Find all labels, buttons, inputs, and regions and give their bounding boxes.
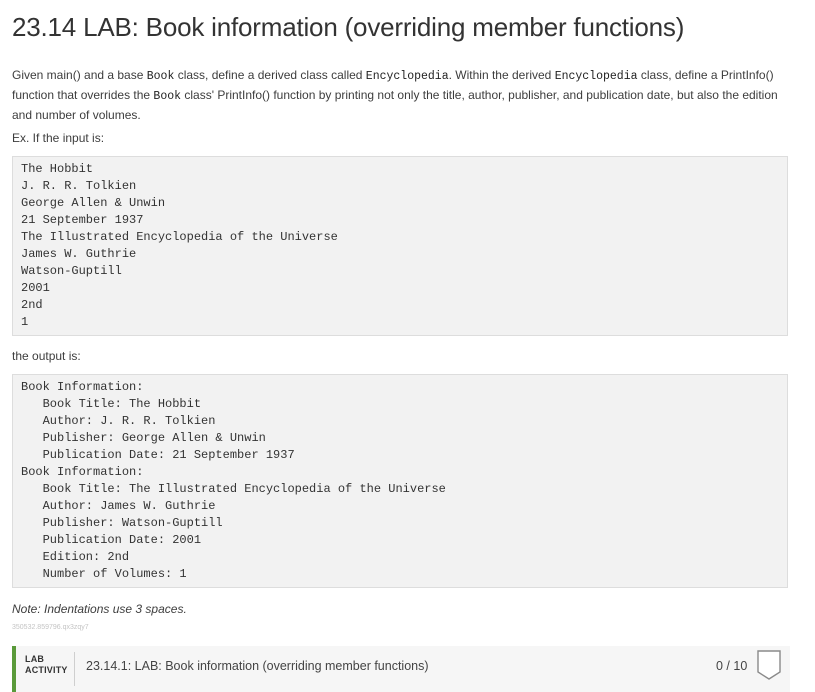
- example-input-block: The Hobbit J. R. R. Tolkien George Allen &…: [12, 156, 788, 336]
- lab-activity-label: LAB ACTIVITY: [25, 654, 68, 676]
- code-book: Book: [146, 70, 175, 83]
- lab-score: 0 / 10: [716, 659, 748, 673]
- activity-id: 350532.859796.qx3zqy7: [12, 624, 89, 631]
- lab-activity-bar[interactable]: LAB ACTIVITY 23.14.1: LAB: Book informat…: [12, 646, 790, 692]
- lab-divider: [74, 652, 75, 686]
- example-output-block: Book Information: Book Title: The Hobbit…: [12, 374, 788, 588]
- output-line: Book Title: The Hobbit: [21, 397, 202, 411]
- example-label: Ex. If the input is:: [12, 131, 105, 145]
- output-line: Publication Date: 21 September 1937: [21, 448, 295, 462]
- code-book: Book: [153, 90, 182, 103]
- description-text: . Within the derived: [448, 68, 555, 82]
- lab-content: 23.14 LAB: Book information (overriding …: [12, 0, 790, 634]
- input-line: The Hobbit: [21, 162, 94, 176]
- input-line: 1: [21, 315, 29, 329]
- input-line: George Allen & Unwin: [21, 196, 166, 210]
- output-line: Author: J. R. R. Tolkien: [21, 414, 216, 428]
- lab-kind-line2: ACTIVITY: [25, 665, 68, 675]
- output-line: Publisher: Watson-Guptill: [21, 516, 223, 530]
- description-text: class, define a derived class called: [174, 68, 366, 82]
- output-line: Book Title: The Illustrated Encyclopedia…: [21, 482, 446, 496]
- output-line: Author: James W. Guthrie: [21, 499, 216, 513]
- input-line: The Illustrated Encyclopedia of the Univ…: [21, 230, 338, 244]
- input-line: J. R. R. Tolkien: [21, 179, 137, 193]
- output-label: the output is:: [12, 349, 81, 363]
- code-encyclopedia: Encyclopedia: [365, 70, 449, 83]
- indentation-note: Note: Indentations use 3 spaces.: [12, 602, 187, 616]
- input-line: 2001: [21, 281, 50, 295]
- lab-description: Given main() and a base Book class, defi…: [12, 66, 790, 125]
- code-encyclopedia: Encyclopedia: [554, 70, 638, 83]
- lab-kind-line1: LAB: [25, 654, 45, 664]
- output-line: Number of Volumes: 1: [21, 567, 187, 581]
- description-text: Given main() and a base: [12, 68, 147, 82]
- output-line: Book Information:: [21, 380, 144, 394]
- input-line: Watson-Guptill: [21, 264, 122, 278]
- score-badge-icon: [757, 650, 781, 680]
- input-line: 21 September 1937: [21, 213, 144, 227]
- page-title: 23.14 LAB: Book information (overriding …: [12, 12, 685, 42]
- output-line: Edition: 2nd: [21, 550, 130, 564]
- input-line: James W. Guthrie: [21, 247, 137, 261]
- input-line: 2nd: [21, 298, 43, 312]
- lab-activity-title: 23.14.1: LAB: Book information (overridi…: [86, 659, 429, 673]
- output-line: Book Information:: [21, 465, 144, 479]
- output-line: Publication Date: 2001: [21, 533, 202, 547]
- output-line: Publisher: George Allen & Unwin: [21, 431, 266, 445]
